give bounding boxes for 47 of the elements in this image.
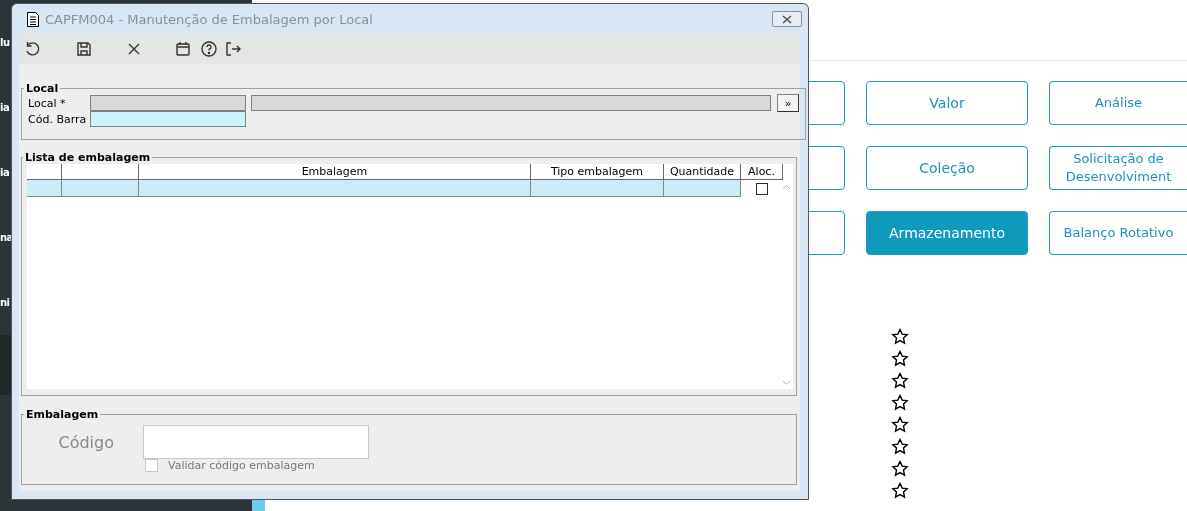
window-title: CAPFM004 - Manutenção de Embalagem por Local <box>45 11 373 27</box>
sidebar-item[interactable]: ni <box>0 297 10 308</box>
menu-tile[interactable]: Valor <box>866 81 1028 125</box>
local-code-field[interactable] <box>90 95 246 111</box>
column-header[interactable]: Tipo embalagem <box>531 164 664 180</box>
star-icon[interactable] <box>891 416 909 434</box>
star-icon[interactable] <box>891 372 909 390</box>
star-icon[interactable] <box>891 482 909 500</box>
column-header[interactable]: Embalagem <box>139 164 531 180</box>
accent-strip <box>252 500 265 511</box>
help-icon[interactable] <box>200 40 218 58</box>
star-icon[interactable] <box>891 394 909 412</box>
local-name-field[interactable] <box>251 95 771 111</box>
exit-icon[interactable] <box>224 40 242 58</box>
sidebar-item[interactable]: ia <box>0 167 10 178</box>
group-title: Embalagem <box>25 408 100 421</box>
column-header[interactable] <box>27 164 62 180</box>
star-icon[interactable] <box>891 438 909 456</box>
group-title: Lista de embalagem <box>24 151 152 164</box>
menu-tile[interactable]: Balanço Rotativo <box>1049 211 1187 255</box>
sidebar-item[interactable]: lu <box>0 37 10 48</box>
calendar-icon[interactable] <box>174 40 192 58</box>
close-icon <box>782 14 792 24</box>
undo-icon[interactable] <box>24 40 42 58</box>
field-label: Código <box>57 432 115 452</box>
code-field[interactable] <box>143 425 369 459</box>
lookup-button[interactable]: » <box>777 94 799 112</box>
column-header[interactable]: Quantidade <box>664 164 741 180</box>
group-title: Local <box>25 82 60 95</box>
star-icon[interactable] <box>891 350 909 368</box>
checkbox[interactable] <box>756 182 768 195</box>
document-icon <box>27 11 39 27</box>
field-label: Local * <box>28 96 67 110</box>
column-header[interactable] <box>62 164 139 180</box>
checkbox-label: Validar código embalagem <box>168 459 315 472</box>
field-label: Cód. Barra <box>28 112 88 126</box>
sidebar-item[interactable]: ia <box>0 102 10 113</box>
barcode-field[interactable] <box>90 111 246 127</box>
star-icon[interactable] <box>891 460 909 478</box>
table-cell <box>27 180 62 197</box>
close-button[interactable] <box>772 11 802 27</box>
column-header[interactable]: Aloc. <box>741 164 783 180</box>
menu-tile[interactable]: Solicitação de Desenvolviment <box>1049 146 1187 190</box>
star-icon[interactable] <box>891 328 909 346</box>
save-icon[interactable] <box>75 40 93 58</box>
menu-tile[interactable]: Coleção <box>866 146 1028 190</box>
menu-tile[interactable]: Análise <box>1049 81 1187 125</box>
